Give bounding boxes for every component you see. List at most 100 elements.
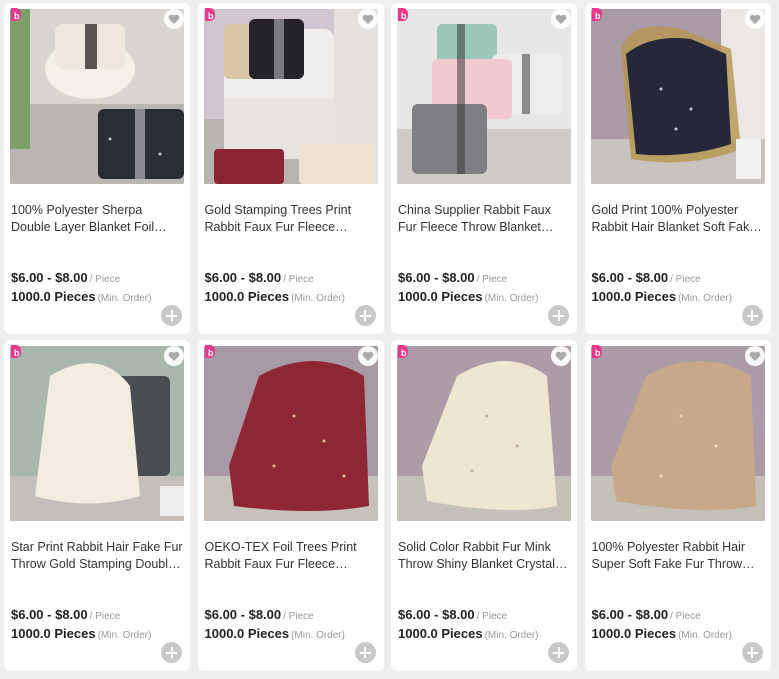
favorite-heart-icon[interactable] (551, 9, 571, 29)
price-unit: / Piece (670, 274, 701, 285)
brand-badge-icon: b (11, 345, 21, 358)
svg-text:b: b (401, 348, 407, 358)
add-plus-icon[interactable] (161, 642, 182, 663)
add-plus-icon[interactable] (354, 642, 376, 663)
product-card[interactable]: b Gold Print 100% Polyester Rabbit Hair … (584, 3, 771, 334)
price-unit: / Piece (283, 611, 314, 622)
price-row: $6.00 - $8.00/ Piece (205, 606, 314, 624)
price: $6.00 - $8.00 (398, 607, 475, 622)
brand-badge-icon: b (204, 345, 215, 358)
product-card[interactable]: b Solid Color Rabbit Fur Mink Throw Shin… (391, 340, 577, 671)
svg-text:b: b (595, 348, 601, 358)
product-card[interactable]: b China Supplier Rabbit Faux Fur Fleece … (391, 3, 577, 334)
brand-badge-icon: b (591, 8, 602, 21)
min-order-label: (Min. Order) (484, 293, 539, 304)
price: $6.00 - $8.00 (11, 607, 88, 622)
price-row: $6.00 - $8.00/ Piece (592, 269, 701, 287)
min-order-quantity: 1000.0 Pieces (204, 626, 290, 641)
add-plus-icon[interactable] (548, 642, 569, 663)
product-card[interactable]: b OEKO-TEX Foil Trees Print Rabbit Faux … (197, 340, 384, 671)
price-row: $6.00 - $8.00/ Piece (205, 269, 314, 287)
add-plus-icon[interactable] (741, 305, 763, 326)
brand-badge-icon: b (11, 8, 21, 21)
favorite-heart-icon[interactable] (744, 9, 765, 29)
min-order-label: (Min. Order) (97, 293, 152, 304)
price: $6.00 - $8.00 (591, 607, 669, 622)
add-plus-icon[interactable] (741, 642, 763, 663)
brand-badge-icon: b (398, 8, 408, 21)
add-plus-icon[interactable] (354, 305, 376, 326)
product-title[interactable]: OEKO-TEX Foil Trees Print Rabbit Faux Fu… (205, 539, 377, 573)
svg-text:b: b (208, 11, 214, 21)
moq-row: 1000.0 Pieces (Min. Order) (11, 288, 151, 306)
add-plus-icon[interactable] (548, 305, 569, 326)
product-image[interactable] (590, 9, 765, 184)
min-order-quantity: 1000.0 Pieces (11, 626, 96, 641)
svg-text:b: b (14, 11, 20, 21)
product-image[interactable] (203, 9, 378, 184)
price-unit: / Piece (476, 611, 508, 622)
favorite-heart-icon[interactable] (357, 9, 378, 29)
product-title[interactable]: Gold Print 100% Polyester Rabbit Hair Bl… (592, 202, 764, 236)
product-card[interactable]: b 100% Polyester Rabbit Hair Super Soft … (584, 340, 771, 671)
price-row: $6.00 - $8.00/ Piece (398, 606, 507, 624)
add-plus-icon[interactable] (161, 305, 182, 326)
moq-row: 1000.0 Pieces (Min. Order) (398, 288, 538, 306)
min-order-label: (Min. Order) (678, 630, 732, 641)
favorite-heart-icon[interactable] (744, 346, 765, 366)
min-order-quantity: 1000.0 Pieces (398, 626, 483, 641)
price-row: $6.00 - $8.00/ Piece (398, 269, 507, 287)
brand-badge-icon: b (591, 345, 602, 358)
price: $6.00 - $8.00 (204, 607, 282, 622)
moq-row: 1000.0 Pieces (Min. Order) (11, 625, 151, 643)
moq-row: 1000.0 Pieces (Min. Order) (205, 625, 345, 643)
product-image[interactable] (590, 346, 765, 521)
product-card[interactable]: b Gold Stamping Trees Print Rabbit Faux … (197, 3, 384, 334)
min-order-label: (Min. Order) (678, 293, 732, 304)
moq-row: 1000.0 Pieces (Min. Order) (205, 288, 345, 306)
min-order-quantity: 1000.0 Pieces (398, 289, 483, 304)
price: $6.00 - $8.00 (11, 270, 88, 285)
min-order-label: (Min. Order) (97, 630, 152, 641)
price-row: $6.00 - $8.00/ Piece (11, 606, 120, 624)
svg-text:b: b (401, 11, 407, 21)
product-image[interactable] (397, 346, 571, 521)
brand-badge-icon: b (204, 8, 215, 21)
min-order-quantity: 1000.0 Pieces (591, 289, 677, 304)
product-title[interactable]: Star Print Rabbit Hair Fake Fur Throw Go… (11, 539, 183, 573)
min-order-quantity: 1000.0 Pieces (204, 289, 290, 304)
min-order-label: (Min. Order) (484, 630, 539, 641)
product-card[interactable]: b 100% Polyester Sherpa Double Layer Bla… (4, 3, 190, 334)
min-order-label: (Min. Order) (291, 293, 345, 304)
favorite-heart-icon[interactable] (164, 346, 184, 366)
product-title[interactable]: Gold Stamping Trees Print Rabbit Faux Fu… (205, 202, 377, 236)
moq-row: 1000.0 Pieces (Min. Order) (592, 288, 732, 306)
price: $6.00 - $8.00 (204, 270, 282, 285)
min-order-label: (Min. Order) (291, 630, 345, 641)
price: $6.00 - $8.00 (398, 270, 475, 285)
product-image[interactable] (203, 346, 378, 521)
min-order-quantity: 1000.0 Pieces (11, 289, 96, 304)
product-title[interactable]: Solid Color Rabbit Fur Mink Throw Shiny … (398, 539, 570, 573)
price-unit: / Piece (670, 611, 701, 622)
price-unit: / Piece (476, 274, 508, 285)
moq-row: 1000.0 Pieces (Min. Order) (592, 625, 732, 643)
favorite-heart-icon[interactable] (164, 9, 184, 29)
product-title[interactable]: China Supplier Rabbit Faux Fur Fleece Th… (398, 202, 570, 236)
product-image[interactable] (10, 9, 184, 184)
product-title[interactable]: 100% Polyester Rabbit Hair Super Soft Fa… (592, 539, 764, 573)
favorite-heart-icon[interactable] (551, 346, 571, 366)
svg-text:b: b (208, 348, 214, 358)
product-grid: b 100% Polyester Sherpa Double Layer Bla… (4, 3, 771, 671)
moq-row: 1000.0 Pieces (Min. Order) (398, 625, 538, 643)
product-card[interactable]: b Star Print Rabbit Hair Fake Fur Throw … (4, 340, 190, 671)
price-unit: / Piece (89, 611, 121, 622)
product-image[interactable] (10, 346, 184, 521)
price-row: $6.00 - $8.00/ Piece (592, 606, 701, 624)
price-unit: / Piece (283, 274, 314, 285)
price-unit: / Piece (89, 274, 121, 285)
favorite-heart-icon[interactable] (357, 346, 378, 366)
product-image[interactable] (397, 9, 571, 184)
product-title[interactable]: 100% Polyester Sherpa Double Layer Blank… (11, 202, 183, 236)
min-order-quantity: 1000.0 Pieces (591, 626, 677, 641)
